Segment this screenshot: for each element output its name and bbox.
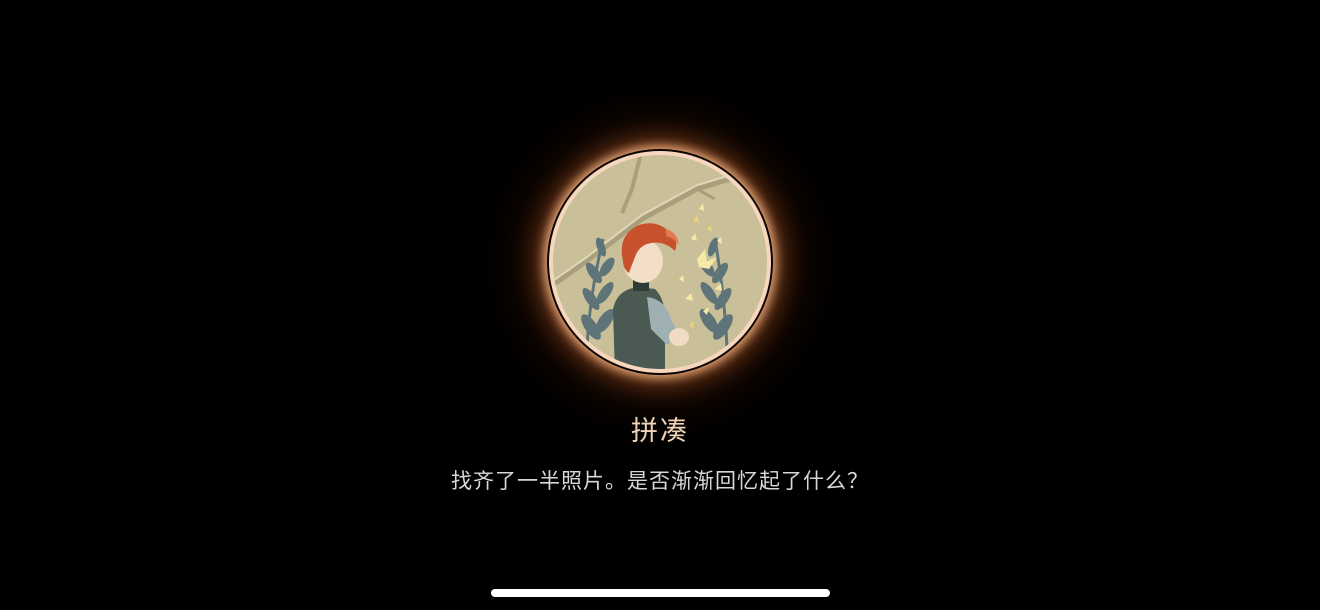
- achievement-title: 拼凑: [631, 416, 689, 447]
- achievement-description: 找齐了一半照片。是否渐渐回忆起了什么？: [451, 469, 869, 493]
- home-indicator[interactable]: [491, 589, 830, 597]
- achievement-screen: 拼凑 找齐了一半照片。是否渐渐回忆起了什么？: [0, 0, 1320, 610]
- achievement-badge: [547, 149, 773, 375]
- boy-with-butterflies-icon: [549, 151, 771, 373]
